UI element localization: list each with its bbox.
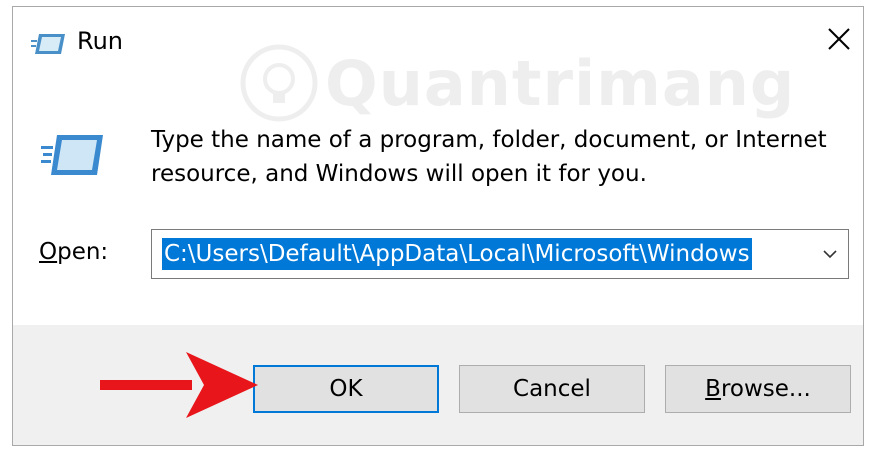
browse-accelerator: B (705, 376, 721, 402)
window-title: Run (77, 27, 124, 55)
open-combobox[interactable]: C:\Users\Default\AppData\Local\Microsoft… (151, 229, 849, 279)
instruction-text: Type the name of a program, folder, docu… (151, 127, 827, 187)
open-label: Open: (39, 239, 108, 265)
red-arrow-annotation (100, 352, 258, 418)
open-input-selected-text[interactable]: C:\Users\Default\AppData\Local\Microsoft… (162, 238, 752, 270)
chevron-down-icon[interactable] (820, 244, 840, 264)
title-bar: Run (13, 7, 863, 71)
cancel-button[interactable]: Cancel (459, 365, 645, 413)
ok-button[interactable]: OK (253, 365, 439, 413)
browse-button[interactable]: Browse... (665, 365, 851, 413)
close-button[interactable] (817, 21, 861, 57)
run-icon (41, 135, 103, 175)
close-icon (828, 28, 850, 50)
run-app-icon (31, 34, 65, 54)
open-label-rest: pen: (57, 239, 109, 265)
open-label-accelerator: O (39, 239, 58, 265)
browse-label-rest: rowse... (720, 376, 811, 402)
